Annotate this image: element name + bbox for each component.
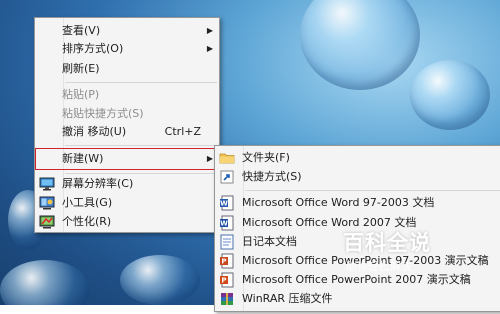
svg-text:W: W (220, 220, 228, 228)
watermark-subtitle: 助你轻松解决 (346, 260, 412, 273)
menu-item-refresh[interactable]: 刷新(E) (35, 59, 219, 79)
folder-icon (219, 150, 235, 166)
submenu-arrow-icon: ▶ (206, 154, 213, 163)
word-doc-icon: W (219, 195, 235, 211)
water-drop (0, 260, 90, 305)
menu-item-label: 新建(W) (62, 152, 104, 165)
watermark-title: 百科全说 (343, 231, 431, 255)
water-drop (300, 0, 420, 90)
menu-separator (245, 190, 500, 191)
menu-separator (65, 82, 217, 83)
menu-item-label: 小工具(G) (62, 196, 113, 209)
menu-separator (65, 145, 217, 146)
svg-text:P: P (221, 258, 226, 266)
menu-item-shortcut: Ctrl+Z (164, 125, 201, 138)
submenu-item-folder[interactable]: 文件夹(F) (215, 148, 500, 168)
submenu-item-winrar[interactable]: WinRAR 压缩文件 (215, 289, 500, 309)
menu-item-sort[interactable]: 排序方式(O) ▶ (35, 39, 219, 59)
gadgets-icon (39, 195, 55, 211)
menu-item-label: Microsoft Office Word 97-2003 文档 (242, 196, 435, 209)
menu-item-label: 快捷方式(S) (242, 170, 302, 183)
menu-item-label: 屏幕分辨率(C) (62, 177, 134, 190)
water-drop (410, 60, 490, 130)
watermark: 百科全说 助你轻松解决 (343, 227, 463, 277)
submenu-arrow-icon: ▶ (206, 44, 213, 53)
menu-item-paste-shortcut[interactable]: 粘贴快捷方式(S) (35, 104, 219, 124)
menu-item-label: 粘贴快捷方式(S) (62, 107, 144, 120)
monitor-icon (39, 176, 55, 192)
menu-item-label: 撤消 移动(U) (62, 125, 127, 138)
menu-item-label: 日记本文档 (242, 235, 297, 248)
ppt-icon: P (219, 253, 235, 269)
menu-item-label: 粘贴(P) (62, 88, 100, 101)
pptx-icon: P (219, 272, 235, 288)
svg-text:P: P (221, 277, 226, 285)
menu-item-undo-move[interactable]: 撤消 移动(U) Ctrl+Z (35, 122, 219, 142)
personalize-icon (39, 214, 55, 230)
menu-item-label: WinRAR 压缩文件 (242, 292, 333, 305)
journal-icon (219, 234, 235, 250)
water-drop (120, 255, 200, 305)
menu-item-personalize[interactable]: 个性化(R) (35, 212, 219, 232)
menu-item-label: 查看(V) (62, 24, 101, 37)
svg-text:W: W (220, 200, 228, 208)
desktop-context-menu: 查看(V) ▶ 排序方式(O) ▶ 刷新(E) 粘贴(P) 粘贴快捷方式(S) … (34, 17, 220, 233)
shortcut-icon (219, 169, 235, 185)
menu-item-view[interactable]: 查看(V) ▶ (35, 21, 219, 41)
submenu-item-word-97[interactable]: W Microsoft Office Word 97-2003 文档 (215, 193, 500, 213)
menu-item-label: 排序方式(O) (62, 42, 124, 55)
word-docx-icon: W (219, 215, 235, 231)
menu-item-screen-resolution[interactable]: 屏幕分辨率(C) (35, 174, 219, 194)
submenu-item-shortcut[interactable]: 快捷方式(S) (215, 167, 500, 187)
menu-item-label: 个性化(R) (62, 215, 112, 228)
menu-item-paste[interactable]: 粘贴(P) (35, 85, 219, 105)
submenu-arrow-icon: ▶ (206, 26, 213, 35)
menu-item-label: 文件夹(F) (242, 151, 290, 164)
menu-item-label: 刷新(E) (62, 62, 100, 75)
menu-item-gadgets[interactable]: 小工具(G) (35, 193, 219, 213)
menu-item-new[interactable]: 新建(W) ▶ (35, 149, 219, 169)
